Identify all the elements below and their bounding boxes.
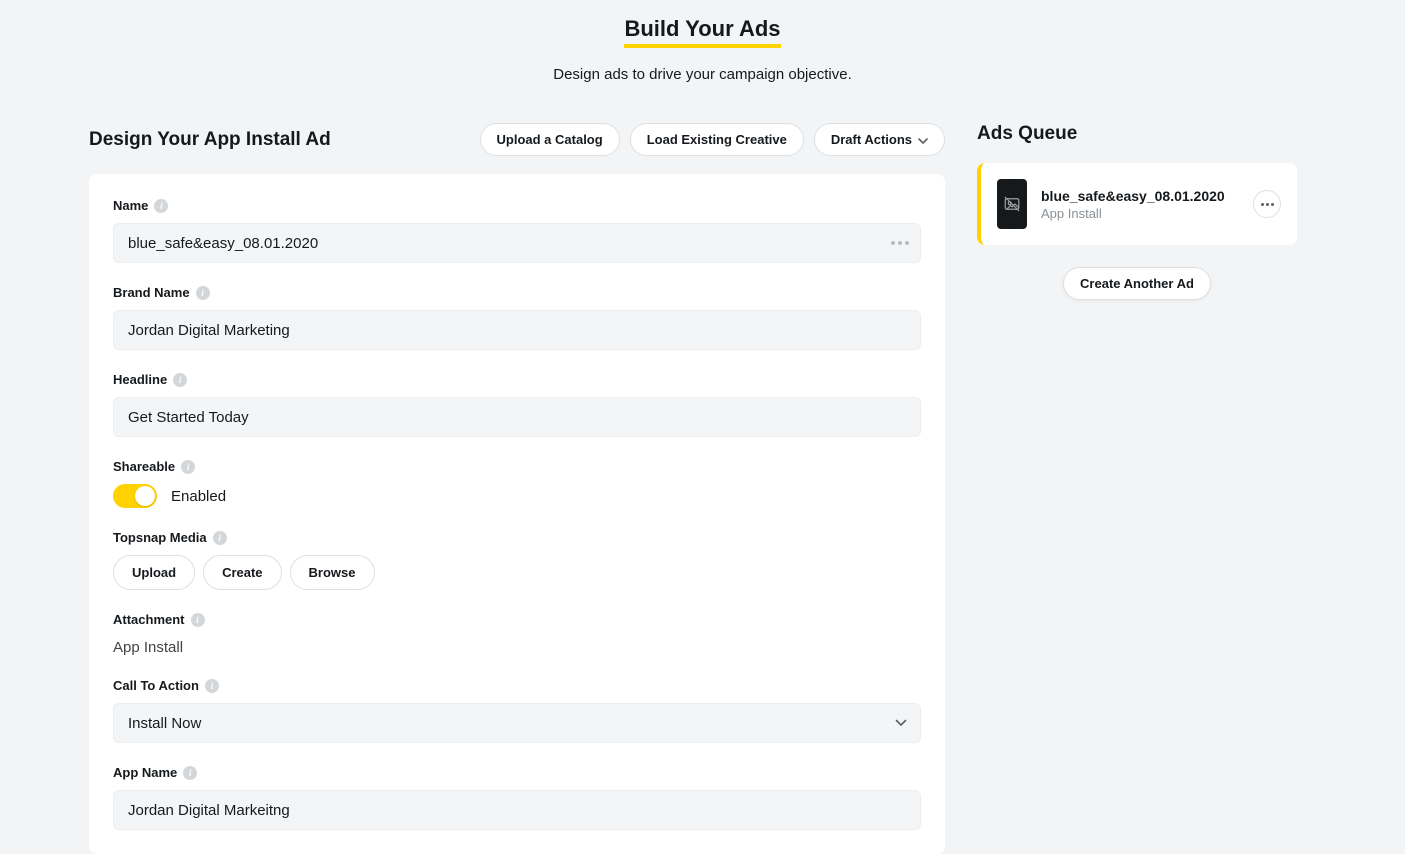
info-icon[interactable] [196, 286, 210, 300]
info-icon[interactable] [213, 531, 227, 545]
queue-item-type: App Install [1041, 206, 1239, 221]
topsnap-media-label: Topsnap Media [113, 530, 207, 545]
queue-item[interactable]: blue_safe&easy_08.01.2020 App Install [977, 163, 1297, 245]
attachment-label: Attachment [113, 612, 185, 627]
shareable-status: Enabled [171, 488, 226, 505]
queue-item-title: blue_safe&easy_08.01.2020 [1041, 188, 1239, 204]
brand-name-label: Brand Name [113, 285, 190, 300]
no-image-icon [997, 179, 1027, 229]
chevron-down-icon [918, 132, 928, 147]
ads-queue-title: Ads Queue [977, 123, 1077, 145]
draft-actions-button[interactable]: Draft Actions [814, 123, 945, 156]
info-icon[interactable] [181, 460, 195, 474]
info-icon[interactable] [205, 679, 219, 693]
shareable-label: Shareable [113, 459, 175, 474]
headline-label: Headline [113, 372, 167, 387]
cta-select[interactable]: Install Now [113, 703, 921, 743]
create-button[interactable]: Create [203, 555, 281, 590]
info-icon[interactable] [154, 199, 168, 213]
info-icon[interactable] [183, 766, 197, 780]
load-existing-creative-button[interactable]: Load Existing Creative [630, 123, 804, 156]
info-icon[interactable] [191, 613, 205, 627]
headline-input[interactable] [113, 397, 921, 437]
upload-button[interactable]: Upload [113, 555, 195, 590]
page-subtitle: Design ads to drive your campaign object… [0, 66, 1405, 83]
page-title: Build Your Ads [624, 16, 780, 48]
design-section-title: Design Your App Install Ad [89, 129, 331, 151]
name-label: Name [113, 198, 148, 213]
info-icon[interactable] [173, 373, 187, 387]
upload-catalog-button[interactable]: Upload a Catalog [480, 123, 620, 156]
shareable-toggle[interactable] [113, 484, 157, 508]
name-input[interactable] [113, 223, 921, 263]
more-icon[interactable] [891, 241, 909, 245]
attachment-value: App Install [113, 637, 921, 656]
cta-label: Call To Action [113, 678, 199, 693]
browse-button[interactable]: Browse [290, 555, 375, 590]
more-icon [1261, 203, 1274, 206]
queue-item-actions-button[interactable] [1253, 190, 1281, 218]
ad-form-card: Name Brand Name Headline [89, 174, 945, 854]
app-name-label: App Name [113, 765, 177, 780]
create-another-ad-button[interactable]: Create Another Ad [1063, 267, 1211, 300]
app-name-input[interactable] [113, 790, 921, 830]
draft-actions-label: Draft Actions [831, 132, 912, 147]
brand-name-input[interactable] [113, 310, 921, 350]
